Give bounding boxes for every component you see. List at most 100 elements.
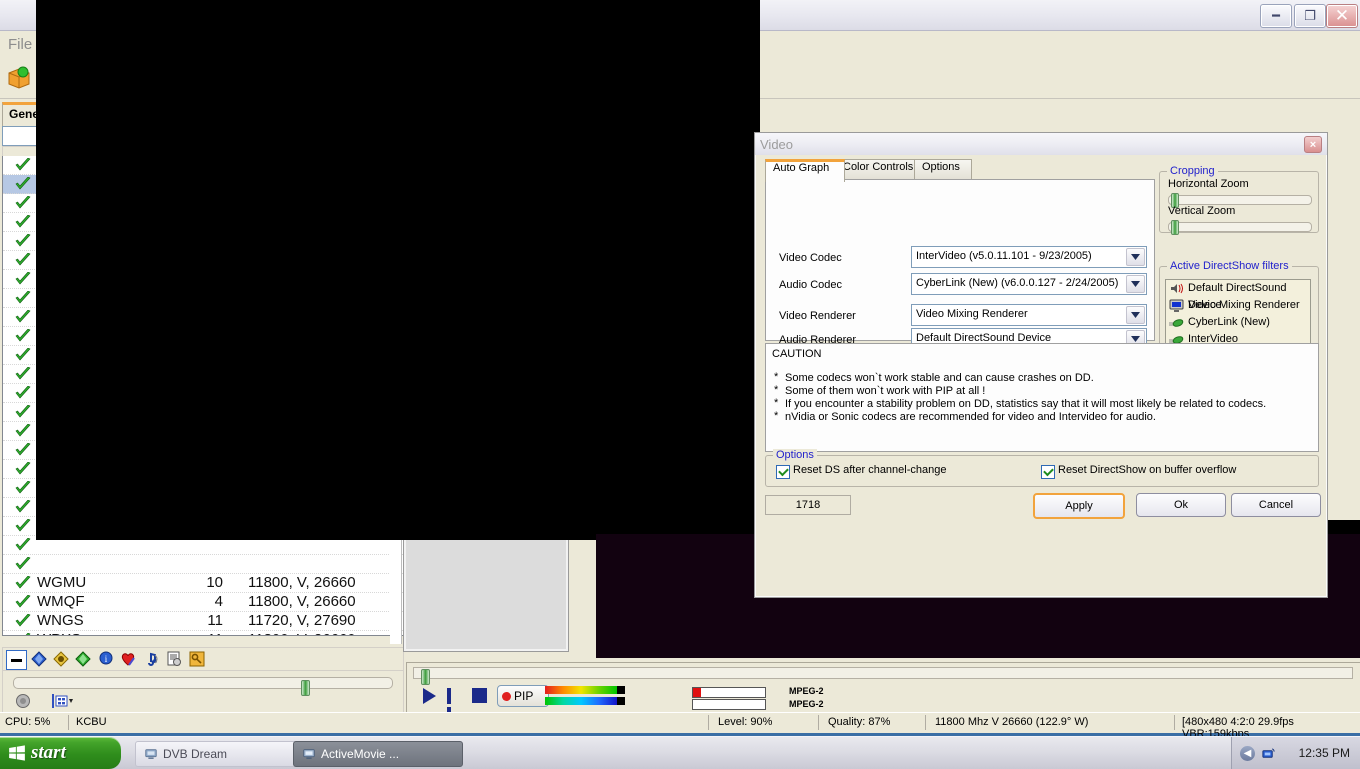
mute-icon[interactable] [15, 693, 31, 709]
key-icon[interactable] [189, 651, 205, 667]
chevron-down-icon[interactable] [1126, 306, 1145, 324]
label-audio-codec: Audio Codec [779, 279, 842, 291]
green-check-icon [15, 234, 31, 247]
green-diamond-icon[interactable] [75, 651, 91, 667]
combo-audio-codec[interactable]: CyberLink (New) (v6.0.0.127 - 2/24/2005) [911, 273, 1147, 295]
filter-row[interactable]: Video Mixing Renderer [1166, 297, 1310, 314]
table-row[interactable]: WNGS 11 11720, V, 27690 [3, 612, 403, 631]
vertical-zoom-thumb[interactable] [1171, 220, 1179, 235]
speaker-icon [1171, 283, 1183, 294]
filter-row[interactable]: Default DirectSound Device [1166, 280, 1310, 311]
green-check-icon [15, 595, 31, 608]
info-icon[interactable]: i [98, 651, 114, 667]
dialog-titlebar[interactable]: Video × [755, 133, 1327, 155]
stop-button[interactable] [472, 688, 487, 703]
filters-group-title: Active DirectShow filters [1167, 260, 1292, 272]
combo-video-renderer[interactable]: Video Mixing Renderer [911, 304, 1147, 326]
close-button[interactable]: ✕ [1326, 4, 1358, 28]
layout-selector-icon[interactable] [51, 693, 73, 709]
bullet: * [774, 410, 779, 422]
green-check-icon [15, 291, 31, 304]
minimize-button[interactable]: ━ [1260, 4, 1292, 28]
pip-button[interactable]: PIP [497, 685, 549, 707]
left-white-gutter [390, 534, 402, 644]
clock[interactable]: 12:35 PM [1299, 746, 1350, 760]
package-icon[interactable] [6, 64, 32, 90]
pip-label: PIP [514, 689, 534, 703]
blue-diamond-icon[interactable] [31, 651, 47, 667]
horizontal-zoom-slider[interactable] [1168, 193, 1312, 208]
checkbox-reset-ds[interactable] [776, 465, 790, 479]
checkbox-reset-directshow[interactable] [1041, 465, 1055, 479]
ok-button[interactable]: Ok [1136, 493, 1226, 517]
combo-video-renderer-value: Video Mixing Renderer [916, 308, 1028, 320]
video-format-label: MPEG-2 [789, 686, 824, 696]
heart-icon[interactable] [120, 651, 136, 667]
caution-text: nVidia or Sonic codecs are recommended f… [785, 411, 1156, 423]
cropping-group-title: Cropping [1167, 165, 1218, 177]
dvb-dream-app-icon [145, 749, 157, 759]
tab-auto-graph[interactable]: Auto Graph [765, 159, 845, 182]
start-button[interactable]: start [0, 737, 121, 769]
taskbar-item-activemovie[interactable]: ActiveMovie ... [293, 741, 463, 767]
preview-panel [404, 534, 568, 651]
status-bar: CPU: 5% KCBU Level: 90% Quality: 87% 118… [0, 712, 1360, 740]
table-row[interactable]: WPXS 11 11800, V, 26660 [3, 631, 403, 635]
channel-number: 11 [183, 631, 223, 635]
cancel-button[interactable]: Cancel [1231, 493, 1321, 517]
channel-number: 10 [206, 574, 223, 591]
collapse-button[interactable] [6, 650, 27, 670]
start-label: start [31, 742, 66, 763]
cropping-group: Cropping Horizontal Zoom Vertical Zoom [1159, 165, 1319, 235]
green-check-icon [15, 614, 31, 627]
label-horizontal-zoom: Horizontal Zoom [1168, 178, 1249, 190]
yellow-diamond-icon[interactable] [53, 651, 69, 667]
menu-item-file[interactable]: File [8, 36, 32, 53]
dialog-close-button[interactable]: × [1304, 136, 1322, 153]
seek-slider-thumb[interactable] [421, 669, 430, 685]
volume-slider-thumb[interactable] [301, 680, 310, 696]
table-row[interactable]: WMQF 4 11800, V, 26660 [3, 593, 403, 612]
play-button[interactable] [423, 688, 436, 704]
chevron-down-icon[interactable] [1126, 275, 1145, 293]
filter-row[interactable]: CyberLink (New) [1166, 314, 1310, 331]
windows-logo-icon [9, 745, 25, 761]
options-group: Options Reset DS after channel-change Re… [765, 449, 1319, 487]
caution-text: Some of them won`t work with PIP at all … [785, 385, 986, 397]
green-check-icon [15, 158, 31, 171]
taskbar: start DVB Dream ActiveMovie ... ◀ 12:35 … [0, 736, 1360, 769]
script-icon[interactable] [166, 651, 182, 667]
pause-button[interactable] [447, 688, 461, 723]
volume-slider[interactable] [13, 677, 393, 696]
chevron-down-icon[interactable] [1126, 248, 1145, 266]
audio-note-icon[interactable] [143, 651, 159, 667]
channel-frequency: 11720, V, 27690 [248, 612, 356, 629]
green-check-icon [15, 215, 31, 228]
label-vertical-zoom: Vertical Zoom [1168, 205, 1236, 217]
tab-options[interactable]: Options [914, 159, 972, 179]
activemovie-app-icon [303, 749, 315, 759]
seek-slider[interactable] [413, 667, 1353, 685]
tab-color-controls[interactable]: Color Controls [835, 159, 924, 179]
table-row[interactable]: WGMU 10 11800, V, 26660 [3, 574, 403, 593]
green-check-icon [15, 424, 31, 437]
close-icon: ✕ [1334, 6, 1350, 25]
caution-title: CAUTION [772, 348, 822, 360]
combo-video-codec[interactable]: InterVideo (v5.0.11.101 - 9/23/2005) [911, 246, 1147, 268]
channel-name: WNGS [37, 612, 84, 629]
record-dot-icon [502, 691, 511, 701]
maximize-button[interactable]: ❐ [1294, 4, 1326, 28]
taskbar-item-dvb-dream[interactable]: DVB Dream [135, 741, 305, 767]
channel-name: WGMU [37, 574, 87, 591]
player-controls: PIP MPEG-2 MPEG-2 [406, 662, 1360, 723]
options-group-title: Options [773, 449, 817, 461]
audio-format-label: MPEG-2 [789, 699, 824, 709]
table-row[interactable] [3, 555, 403, 574]
apply-button[interactable]: Apply [1033, 493, 1125, 519]
chevron-left-icon[interactable]: ◀ [1240, 745, 1255, 761]
green-check-icon [15, 196, 31, 209]
network-icon[interactable] [1261, 746, 1276, 761]
video-surface-secondary[interactable] [404, 0, 760, 540]
vertical-zoom-slider[interactable] [1168, 220, 1312, 235]
channel-frequency: 11800, V, 26660 [248, 631, 356, 635]
